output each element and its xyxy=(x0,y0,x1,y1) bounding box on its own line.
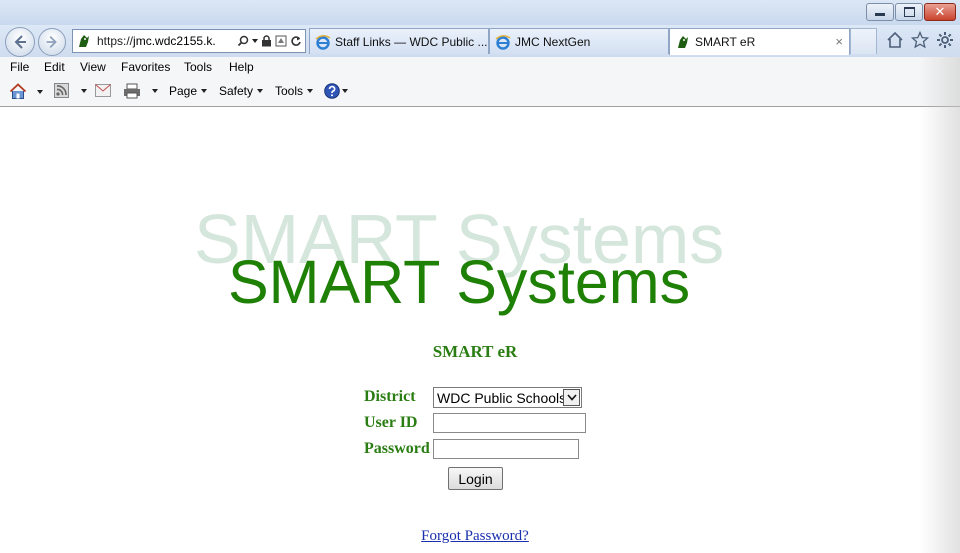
menu-view[interactable]: View xyxy=(80,60,106,74)
address-url[interactable]: https://jmc.wdc2155.k. xyxy=(97,34,237,48)
tools-command[interactable]: Tools xyxy=(275,84,314,98)
menu-bar: File Edit View Favorites Tools Help xyxy=(0,57,960,78)
print-dropdown-icon[interactable] xyxy=(152,89,158,93)
minimize-icon xyxy=(875,13,885,16)
favorites-star-icon[interactable] xyxy=(911,31,929,49)
menu-help[interactable]: Help xyxy=(229,60,254,74)
menu-favorites[interactable]: Favorites xyxy=(121,60,170,74)
tab-staff-links[interactable]: Staff Links — WDC Public ... xyxy=(309,28,489,54)
page-command[interactable]: Page xyxy=(169,84,208,98)
navigation-bar: https://jmc.wdc2155.k. Staff Links — WDC… xyxy=(0,25,960,58)
print-command[interactable] xyxy=(123,83,158,99)
site-favicon-icon xyxy=(678,36,688,48)
userid-label: User ID xyxy=(364,414,418,431)
safety-command[interactable]: Safety xyxy=(219,84,264,98)
menu-tools[interactable]: Tools xyxy=(184,60,212,74)
help-command[interactable] xyxy=(324,83,348,99)
compatibility-view-icon[interactable] xyxy=(275,35,287,47)
userid-input[interactable] xyxy=(433,413,586,433)
tab-smart-er[interactable]: SMART eR × xyxy=(669,28,850,55)
password-input[interactable] xyxy=(433,439,579,459)
ie-logo-icon xyxy=(315,34,331,50)
window-title-bar: ✕ xyxy=(0,0,960,25)
home-icon[interactable] xyxy=(886,31,904,49)
chevron-down-icon xyxy=(307,89,314,93)
gear-icon[interactable] xyxy=(936,31,954,49)
lock-icon[interactable] xyxy=(261,35,272,47)
safety-command-label: Safety xyxy=(219,84,254,98)
tools-command-label: Tools xyxy=(275,84,304,98)
logo-text: SMART Systems xyxy=(228,248,691,316)
app-title: SMART eR xyxy=(432,342,518,361)
help-dropdown-icon[interactable] xyxy=(342,89,348,93)
forward-arrow-icon xyxy=(46,36,57,48)
search-icon[interactable] xyxy=(237,35,249,47)
help-icon xyxy=(324,83,340,99)
new-tab-button[interactable] xyxy=(850,28,877,54)
chevron-down-icon xyxy=(201,89,208,93)
chevron-down-icon xyxy=(257,89,264,93)
password-label: Password xyxy=(364,440,430,457)
chevron-down-icon[interactable] xyxy=(563,389,580,406)
site-favicon-icon xyxy=(79,35,89,47)
back-button[interactable] xyxy=(5,27,35,57)
restore-icon xyxy=(903,7,915,17)
menu-file[interactable]: File xyxy=(10,60,29,74)
menu-edit[interactable]: Edit xyxy=(44,60,65,74)
forward-button[interactable] xyxy=(38,28,66,56)
tab-jmc-nextgen[interactable]: JMC NextGen xyxy=(489,28,669,54)
read-mail-command[interactable] xyxy=(95,84,111,97)
search-dropdown-icon[interactable] xyxy=(252,39,258,43)
restore-button[interactable] xyxy=(895,3,923,21)
home-icon xyxy=(9,83,27,99)
refresh-icon[interactable] xyxy=(290,35,302,47)
ie-logo-icon xyxy=(495,34,511,50)
mail-icon xyxy=(95,84,111,97)
minimize-button[interactable] xyxy=(866,3,894,21)
tab-label: SMART eR xyxy=(695,35,756,49)
tab-close-icon[interactable]: × xyxy=(835,34,843,49)
home-command[interactable] xyxy=(9,83,43,100)
window-controls: ✕ xyxy=(865,3,956,21)
district-label: District xyxy=(364,388,416,405)
back-arrow-icon xyxy=(14,35,26,49)
home-dropdown-icon[interactable] xyxy=(37,89,43,94)
login-button[interactable]: Login xyxy=(448,467,503,490)
close-window-button[interactable]: ✕ xyxy=(924,3,956,21)
address-bar[interactable]: https://jmc.wdc2155.k. xyxy=(72,29,306,53)
close-icon: ✕ xyxy=(934,4,946,19)
page-content: SMART Systems SMART Systems SMART eR Dis… xyxy=(0,107,960,553)
tab-label: Staff Links — WDC Public ... xyxy=(335,34,488,49)
page-command-label: Page xyxy=(169,84,198,98)
address-tools xyxy=(237,35,302,47)
feeds-dropdown-icon[interactable] xyxy=(81,88,87,93)
rss-feed-icon xyxy=(54,83,69,98)
feeds-command[interactable] xyxy=(54,83,87,98)
url-scheme: https:// xyxy=(97,34,134,48)
url-host: jmc.wdc2155.k. xyxy=(133,34,216,48)
forgot-password-link[interactable]: Forgot Password? xyxy=(0,528,950,545)
command-bar: Page Safety Tools xyxy=(0,78,960,107)
district-selected-value: WDC Public Schools xyxy=(437,389,567,406)
tab-label: JMC NextGen xyxy=(515,34,591,49)
printer-icon xyxy=(124,83,140,99)
browser-right-icons xyxy=(886,31,954,49)
district-select[interactable]: WDC Public Schools xyxy=(433,387,582,408)
